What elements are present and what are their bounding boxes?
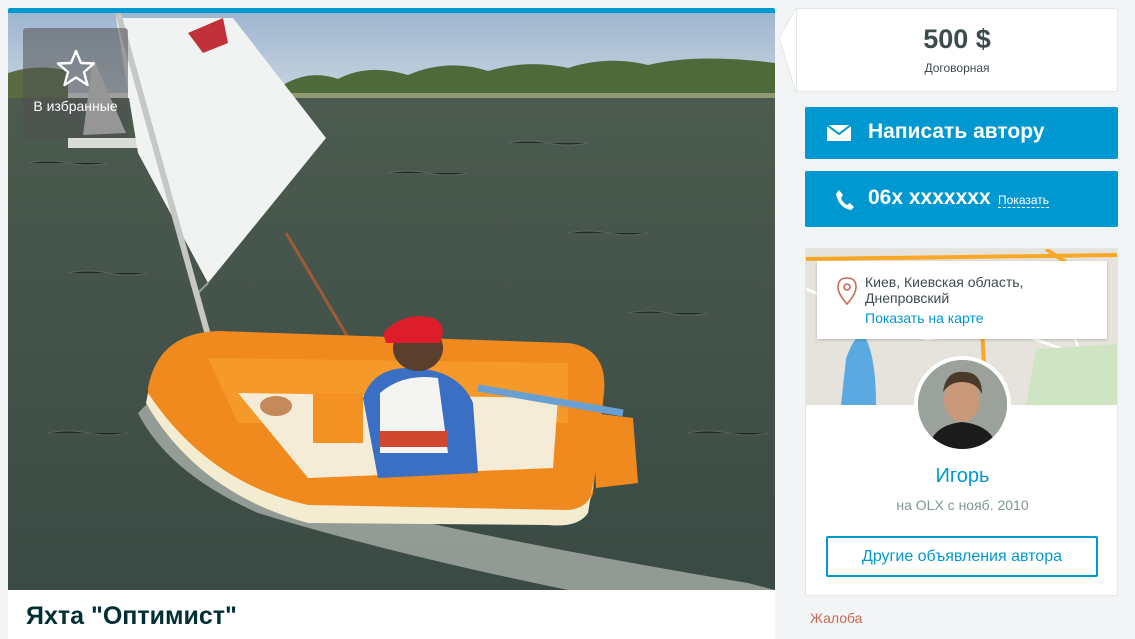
add-to-favorites-button[interactable]: В избранные xyxy=(23,28,128,138)
location-pin-icon xyxy=(837,277,857,305)
seller-name[interactable]: Игорь xyxy=(806,465,1117,488)
write-author-button[interactable]: Написать автору xyxy=(805,107,1118,159)
phone-number: 06x xxxxxxx xyxy=(868,186,991,209)
location-box: Киев, Киевская область, Днепровский Пока… xyxy=(817,261,1107,339)
price-note: Договорная xyxy=(924,61,990,75)
complain-link[interactable]: Жалоба xyxy=(810,610,862,626)
ad-title-bar: Яхта "Оптимист" xyxy=(8,590,775,639)
price-box: 500 $ Договорная xyxy=(796,8,1118,92)
show-on-map-link[interactable]: Показать на карте xyxy=(865,310,984,326)
envelope-icon xyxy=(827,125,851,141)
phone-icon xyxy=(836,190,854,210)
favorites-label: В избранные xyxy=(33,98,118,114)
avatar[interactable] xyxy=(914,356,1011,453)
phone-button[interactable]: 06x xxxxxxx Показать xyxy=(805,171,1118,227)
write-author-label: Написать автору xyxy=(868,120,1045,143)
seller-card: Киев, Киевская область, Днепровский Пока… xyxy=(805,248,1118,596)
star-icon xyxy=(56,49,95,87)
ad-photo-gallery[interactable]: В избранные xyxy=(8,8,775,590)
seller-since: на OLX с нояб. 2010 xyxy=(896,497,1029,513)
other-ads-button[interactable]: Другие объявления автора xyxy=(826,536,1098,577)
show-phone-link[interactable]: Показать xyxy=(998,193,1050,208)
location-text: Киев, Киевская область, Днепровский xyxy=(865,274,1024,306)
price-value: 500 $ xyxy=(923,24,991,54)
ad-title: Яхта "Оптимист" xyxy=(26,602,237,630)
